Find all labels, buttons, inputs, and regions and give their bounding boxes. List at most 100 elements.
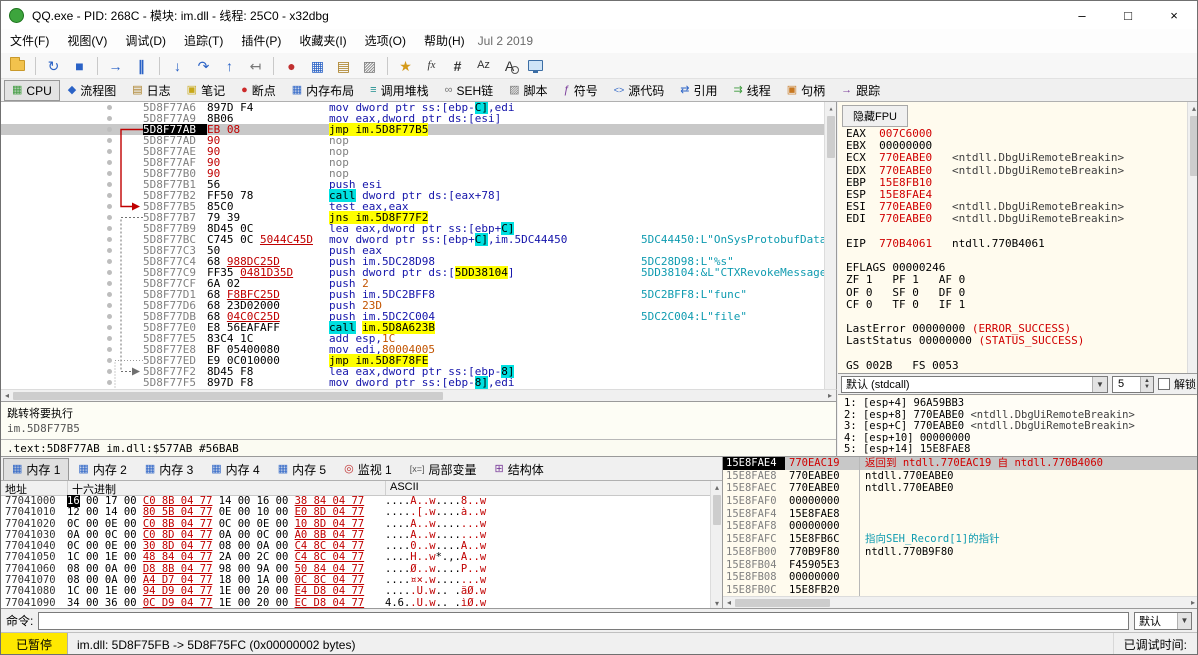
tab-dump-1[interactable]: ▦ 内存 1 [3,458,70,480]
hash-icon[interactable]: # [445,55,470,77]
breakpoint-dot[interactable] [107,303,112,308]
open-file-icon[interactable] [5,55,30,77]
stack-comment[interactable]: ntdll.770EABE0 [860,482,1197,495]
breakpoint-dot[interactable] [107,182,112,187]
breakpoint-dot[interactable] [107,105,112,110]
stack-row[interactable]: 15E8FB00 770B9F80 [723,546,859,559]
dump-ascii[interactable]: .....Ù.w.. .äØ.w [385,586,722,597]
stack-value[interactable]: 770EABE0 [785,482,859,495]
favourites-icon[interactable]: ★ [393,55,418,77]
disasm-row[interactable]: 5D8F77AE 90 nop [1,146,836,157]
tab-struct[interactable]: ⊞ 结构体 [486,458,553,480]
disasm-comment[interactable]: 5DC2BFF8:L"func" [641,289,836,300]
disasm-comment[interactable] [641,190,836,201]
stack-value[interactable]: 00000000 [785,571,859,584]
disasm-bytes[interactable]: EB 08 [207,124,329,135]
breakpoints-icon[interactable]: ● [279,55,304,77]
disasm-instruction[interactable]: nop [329,135,641,146]
patches-icon[interactable]: ▨ [357,55,382,77]
tab-call-stack[interactable]: ≡ 调用堆栈 [362,80,436,101]
maximize-button[interactable]: □ [1105,1,1151,29]
disasm-comment[interactable] [641,146,836,157]
menu-item-7[interactable]: 帮助(H) [415,29,474,53]
register-line[interactable]: LastStatus 00000000 (STATUS_SUCCESS) [846,335,1197,347]
stack-address[interactable]: 15E8FAEC [723,482,785,495]
disasm-comment[interactable] [641,124,836,135]
stack-comment[interactable]: ntdll.770B9F80 [860,546,1197,559]
dump-address[interactable]: 77041080 [5,586,67,598]
stack-address[interactable]: 15E8FB0C [723,584,785,597]
stack-horizontal-scrollbar[interactable]: ◂ ▸ [723,596,1197,609]
unlock-checkbox[interactable] [1158,378,1170,390]
stack-row[interactable]: 15E8FB04 F45905E3 [723,559,859,572]
tab-trace[interactable]: → 跟踪 [833,80,888,101]
stack-address[interactable]: 15E8FB04 [723,559,785,572]
scroll-thumb[interactable] [1189,116,1197,176]
disasm-address[interactable]: 5D8F77F5 [143,377,207,388]
stack-comment[interactable] [860,508,1197,521]
stack-value[interactable]: 770EABE0 [785,470,859,483]
disasm-bytes[interactable]: C745 0C 5044C45D [207,234,329,245]
stack-row[interactable]: 15E8FAF4 15E8FAE8 [723,508,859,521]
disasm-bytes[interactable]: 897D F8 [207,377,329,388]
disasm-comment[interactable] [641,333,836,344]
dump-ascii[interactable]: .....[.w....à..w [385,507,722,518]
breakpoint-dot[interactable] [107,138,112,143]
menu-item-3[interactable]: 追踪(T) [175,29,232,53]
execute-till-return-icon[interactable]: ↑ [217,55,242,77]
menu-item-6[interactable]: 选项(O) [356,29,415,53]
stack-value[interactable]: 770B9F80 [785,546,859,559]
tab-source[interactable]: <> 源代码 [606,80,673,101]
tab-graph[interactable]: ◆ 流程图 [60,80,124,101]
stack-value[interactable]: 15E8FB6C [785,533,859,546]
registers-view[interactable]: 隐藏FPU EAX 007C6000 EBX 00000000 ECX 770EAB… [838,102,1197,373]
breakpoint-dot[interactable] [107,149,112,154]
register-line[interactable]: EIP 770B4061 ntdll.770B4061 [846,237,1197,250]
arg-count-spinner[interactable]: 5 ▲ ▼ [1112,375,1154,393]
disasm-row[interactable]: 5D8F77AB EB 08 jmp im.5D8F77B5 [1,123,836,136]
breakpoint-dot[interactable] [107,226,112,231]
stack-value[interactable]: 00000000 [785,520,859,533]
disasm-row[interactable]: 5D8F77C9 FF35 0481D35D push dword ptr ds:[… [1,266,836,279]
disasm-instruction[interactable]: mov dword ptr ss:[ebp-8],edi [329,376,641,389]
disasm-comment[interactable] [641,322,836,333]
disasm-comment[interactable] [641,168,836,179]
disasm-instruction[interactable]: nop [329,157,641,168]
stack-address[interactable]: 15E8FB08 [723,571,785,584]
breakpoint-dot[interactable] [107,237,112,242]
breakpoint-dot[interactable] [107,325,112,330]
disasm-bytes[interactable]: 90 [207,157,329,168]
disasm-instruction[interactable]: nop [329,146,641,157]
tab-dump-2[interactable]: ▦ 内存 2 [69,458,135,480]
scroll-up-icon[interactable]: ▴ [711,481,723,493]
breakpoint-dot[interactable] [107,358,112,363]
register-line[interactable]: EDI 770EABE0 <ntdll.DbgUiRemoteBreakin> [846,213,1197,225]
disasm-row[interactable]: 5D8F77F5 897D F8 mov dword ptr ss:[ebp-8],… [1,376,836,389]
disasm-comment[interactable]: 5DC44450:L"OnSysProtobufData [641,234,836,245]
tab-cpu[interactable]: ▦ CPU [4,80,60,101]
stack-comment-rows[interactable]: 返回到 ntdll.770EAC19 自 ntdll.770B4060 ntdll… [859,457,1197,597]
breakpoint-dot[interactable] [107,215,112,220]
stack-value[interactable]: F45905E3 [785,559,859,572]
disasm-comment[interactable] [641,245,836,256]
disassembly-pane[interactable]: 5D8F77A6 897D F4 mov dword ptr ss:[ebp-C],… [1,102,837,389]
disasm-row[interactable]: 5D8F77AD 90 nop [1,135,836,146]
stack-value[interactable]: 00000000 [785,495,859,508]
stack-comment[interactable] [860,584,1197,597]
fx-icon[interactable]: fx [419,55,444,77]
disasm-comment[interactable] [641,179,836,190]
scroll-right-icon[interactable]: ▸ [1187,597,1197,609]
scroll-up-icon[interactable]: ▴ [1188,102,1197,114]
breakpoint-dot[interactable] [107,248,112,253]
menu-item-0[interactable]: 文件(F) [1,29,58,53]
stack-address[interactable]: 15E8FAF4 [723,508,785,521]
dump-ascii[interactable]: ....Ø..w....P..w [385,564,722,575]
disasm-row[interactable]: 5D8F77E0 E8 56EAFAFF call im.5D8A623B [1,321,836,334]
disasm-comment[interactable] [641,212,836,223]
breakpoint-dot[interactable] [107,160,112,165]
stack-address[interactable]: 15E8FAF8 [723,520,785,533]
tab-locals[interactable]: [x=] 局部变量 [401,458,486,480]
disasm-comment[interactable] [641,223,836,234]
stack-address[interactable]: 15E8FAF0 [723,495,785,508]
stack-row[interactable]: 15E8FAE8 770EABE0 [723,470,859,483]
